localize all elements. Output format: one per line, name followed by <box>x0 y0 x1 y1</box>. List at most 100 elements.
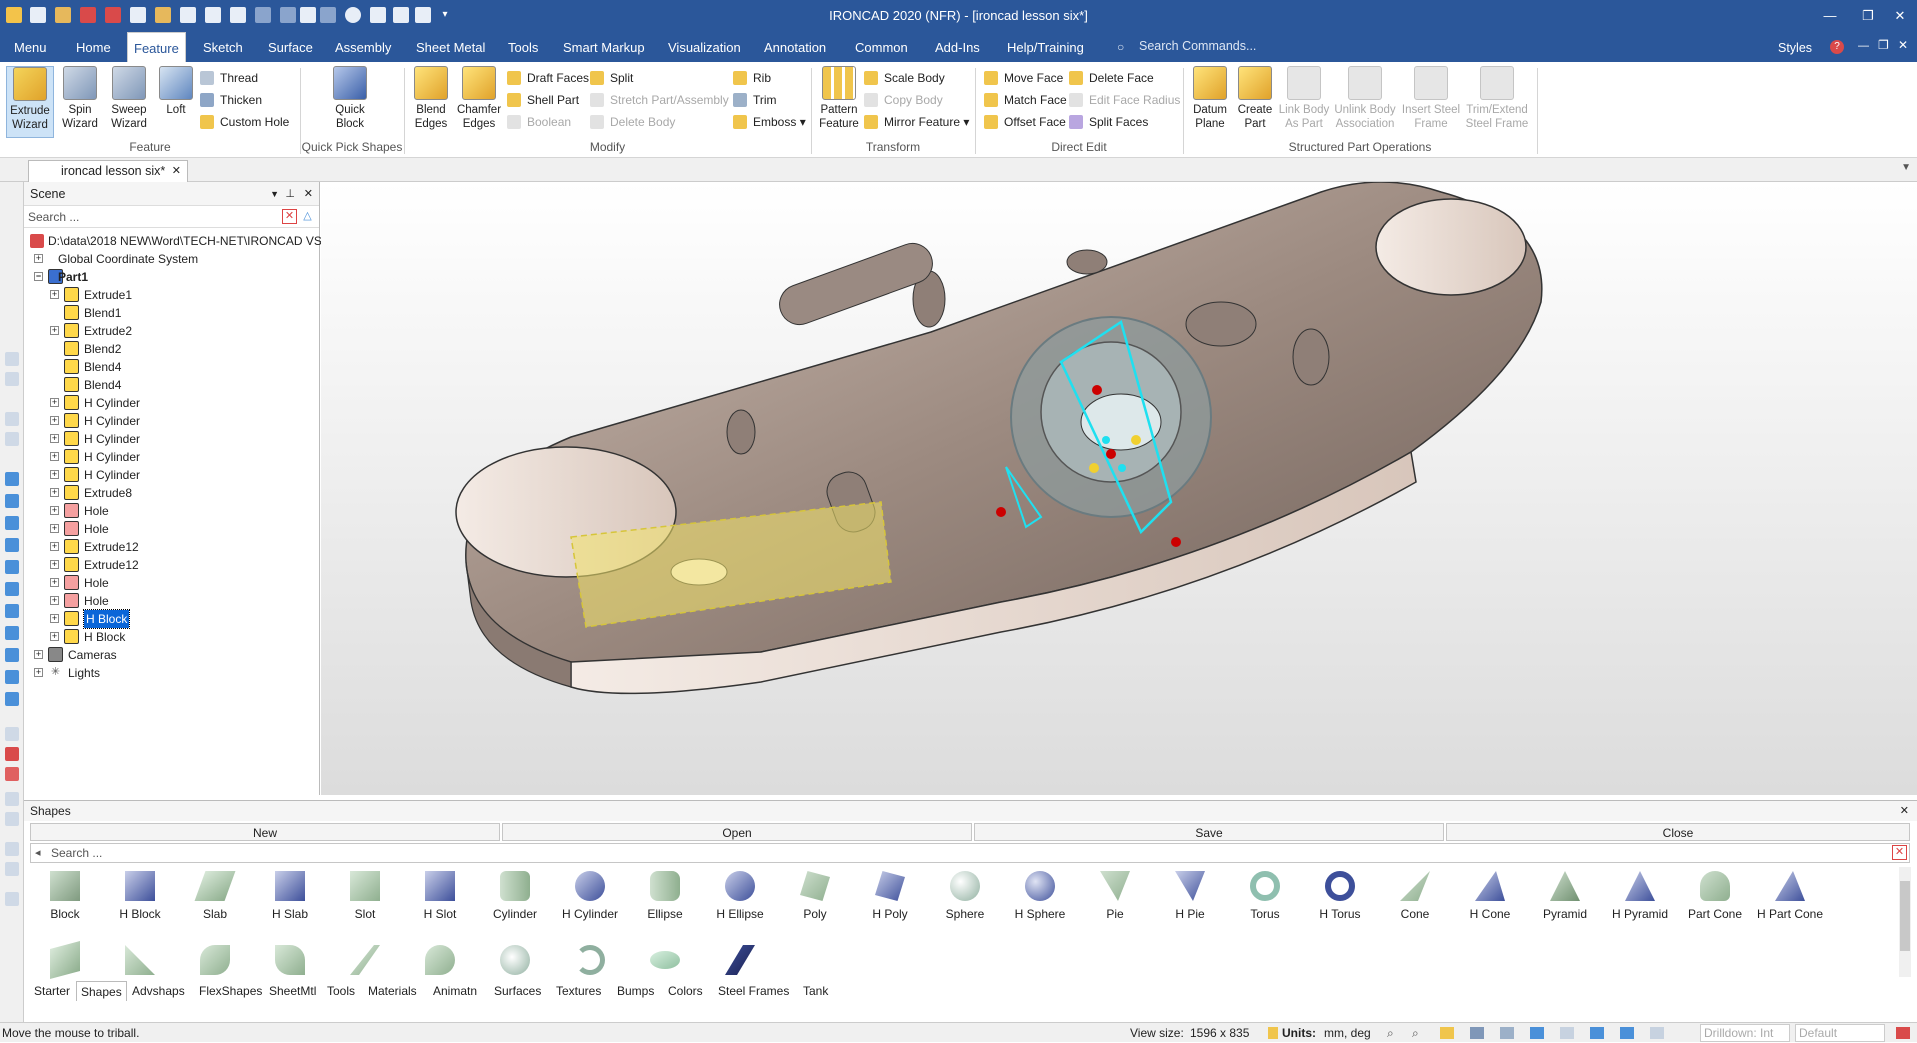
toolbar-tool-icon[interactable] <box>5 372 19 386</box>
toolbar-tool-icon[interactable] <box>5 842 19 856</box>
tab-add-ins[interactable]: Add-Ins <box>929 32 986 62</box>
match-face-button[interactable]: Match Face <box>984 90 1067 110</box>
toolbar-tool-icon[interactable] <box>5 516 19 530</box>
shape-item-part-cone[interactable]: Part Cone <box>1680 871 1750 921</box>
stretch-part-button[interactable]: Stretch Part/Assembly <box>590 90 729 110</box>
render-mode-icon[interactable] <box>1440 1027 1454 1039</box>
move-face-button[interactable]: Move Face <box>984 68 1063 88</box>
toolbar-tool-icon[interactable] <box>5 792 19 806</box>
shape-item[interactable] <box>105 945 175 981</box>
shape-item-h-cylinder[interactable]: H Cylinder <box>555 871 625 921</box>
loft-button[interactable]: Loft <box>156 66 196 117</box>
scene-search-input[interactable]: Search ... ✕ △ <box>24 206 319 228</box>
boolean-button[interactable]: Boolean <box>507 112 571 132</box>
catalog-tab-textures[interactable]: Textures <box>552 981 605 1001</box>
shape-item-h-torus[interactable]: H Torus <box>1305 871 1375 921</box>
catalog-tab-tank[interactable]: Tank <box>799 981 832 1001</box>
shape-item-slab[interactable]: Slab <box>180 871 250 921</box>
doc-close-icon[interactable]: ✕ <box>1898 38 1908 52</box>
toolbar-tool-icon[interactable] <box>5 472 19 486</box>
pin-icon[interactable]: ⊥ <box>285 182 295 206</box>
blend-edges-button[interactable]: Blend Edges <box>410 66 452 131</box>
catalog-tab-bumps[interactable]: Bumps <box>613 981 658 1001</box>
document-tab[interactable]: ironcad lesson six* ✕ <box>28 160 188 182</box>
display-icon[interactable] <box>1530 1027 1544 1039</box>
toolbar-tool-icon[interactable] <box>5 812 19 826</box>
view-icon[interactable] <box>1470 1027 1484 1039</box>
shell-part-button[interactable]: Shell Part <box>507 90 579 110</box>
toolbar-tool-icon[interactable] <box>5 352 19 366</box>
toolbar-tool-icon[interactable] <box>5 892 19 906</box>
catalog-tab-shapes[interactable]: Shapes <box>76 981 127 1001</box>
help-icon[interactable]: ? <box>1830 40 1844 54</box>
toolbar-tool-icon[interactable] <box>5 412 19 426</box>
shape-item-h-slot[interactable]: H Slot <box>405 871 475 921</box>
doc-restore-icon[interactable]: ❐ <box>1878 38 1889 52</box>
grid-icon[interactable] <box>1500 1027 1514 1039</box>
shape-item-sphere[interactable]: Sphere <box>930 871 1000 921</box>
draft-faces-button[interactable]: Draft Faces <box>507 68 589 88</box>
toolbar-tool-icon[interactable] <box>5 727 19 741</box>
emboss-button[interactable]: Emboss ▾ <box>733 112 806 132</box>
insert-steel-frame-button[interactable]: Insert Steel Frame <box>1400 66 1462 131</box>
tab-common[interactable]: Common <box>849 32 914 62</box>
shape-item-h-cone[interactable]: H Cone <box>1455 871 1525 921</box>
tab-sheet-metal[interactable]: Sheet Metal <box>410 32 491 62</box>
clear-catalog-search-icon[interactable]: ✕ <box>1892 845 1907 860</box>
shape-item-h-ellipse[interactable]: H Ellipse <box>705 871 775 921</box>
shape-item-torus[interactable]: Torus <box>1230 871 1300 921</box>
shape-item-h-pyramid[interactable]: H Pyramid <box>1605 871 1675 921</box>
toolbar-tool-icon[interactable] <box>5 692 19 706</box>
toolbar-tool-icon[interactable] <box>5 747 19 761</box>
quick-block-button[interactable]: Quick Block <box>328 66 372 131</box>
shape-item[interactable] <box>630 945 700 981</box>
toolbar-tool-icon[interactable] <box>5 432 19 446</box>
shape-item-poly[interactable]: Poly <box>780 871 850 921</box>
styles-dropdown[interactable]: Styles <box>1772 32 1818 62</box>
close-tab-icon[interactable]: ✕ <box>172 161 181 181</box>
chamfer-edges-button[interactable]: Chamfer Edges <box>454 66 504 131</box>
filter-icon[interactable]: △ <box>300 209 315 224</box>
shape-item-pie[interactable]: Pie <box>1080 871 1150 921</box>
offset-face-button[interactable]: Offset Face <box>984 112 1066 132</box>
copy-body-button[interactable]: Copy Body <box>864 90 943 110</box>
shape-item[interactable] <box>555 945 625 981</box>
shape-item[interactable] <box>30 940 100 981</box>
catalog-tab-colors[interactable]: Colors <box>664 981 707 1001</box>
catalog-close-button[interactable]: Close <box>1446 823 1910 841</box>
toolbar-tool-icon[interactable] <box>5 538 19 552</box>
perspective-icon[interactable] <box>1620 1027 1634 1039</box>
pattern-feature-button[interactable]: Pattern Feature <box>816 66 862 131</box>
rib-button[interactable]: Rib <box>733 68 771 88</box>
snap-icon[interactable] <box>1560 1027 1574 1039</box>
pointer-icon[interactable] <box>1650 1027 1664 1039</box>
shape-item[interactable] <box>180 945 250 981</box>
tab-surface[interactable]: Surface <box>262 32 319 62</box>
drilldown-select[interactable]: Drilldown: Int <box>1700 1024 1790 1042</box>
catalog-scroll-thumb[interactable] <box>1900 881 1910 951</box>
thread-button[interactable]: Thread <box>200 68 258 88</box>
shape-item-h-sphere[interactable]: H Sphere <box>1005 871 1075 921</box>
toolbar-tool-icon[interactable] <box>5 648 19 662</box>
shading-icon[interactable] <box>1590 1027 1604 1039</box>
tab-sketch[interactable]: Sketch <box>197 32 249 62</box>
zoom-icon[interactable]: ⌕ <box>1387 1023 1394 1043</box>
toolbar-tool-icon[interactable] <box>5 560 19 574</box>
clear-search-icon[interactable]: ✕ <box>282 209 297 224</box>
3d-viewport[interactable] <box>321 181 1917 795</box>
minimize-icon[interactable]: — <box>1810 4 1850 28</box>
tab-home[interactable]: Home <box>70 32 117 62</box>
catalog-open-button[interactable]: Open <box>502 823 972 841</box>
catalog-scrollbar[interactable] <box>1899 867 1911 977</box>
catalog-tab-steel-frames[interactable]: Steel Frames <box>714 981 793 1001</box>
tab-visualization[interactable]: Visualization <box>662 32 747 62</box>
edit-face-radius-button[interactable]: Edit Face Radius <box>1069 90 1180 110</box>
toolbar-tool-icon[interactable] <box>5 626 19 640</box>
catalog-tab-starter[interactable]: Starter <box>30 981 74 1001</box>
back-arrow-icon[interactable]: ◂ <box>35 844 41 862</box>
tab-annotation[interactable]: Annotation <box>758 32 832 62</box>
delete-face-button[interactable]: Delete Face <box>1069 68 1154 88</box>
tab-overflow-icon[interactable]: ▼ <box>1901 162 1911 173</box>
dropdown-icon[interactable]: ▼ <box>270 182 279 206</box>
catalog-tab-surfaces[interactable]: Surfaces <box>490 981 545 1001</box>
